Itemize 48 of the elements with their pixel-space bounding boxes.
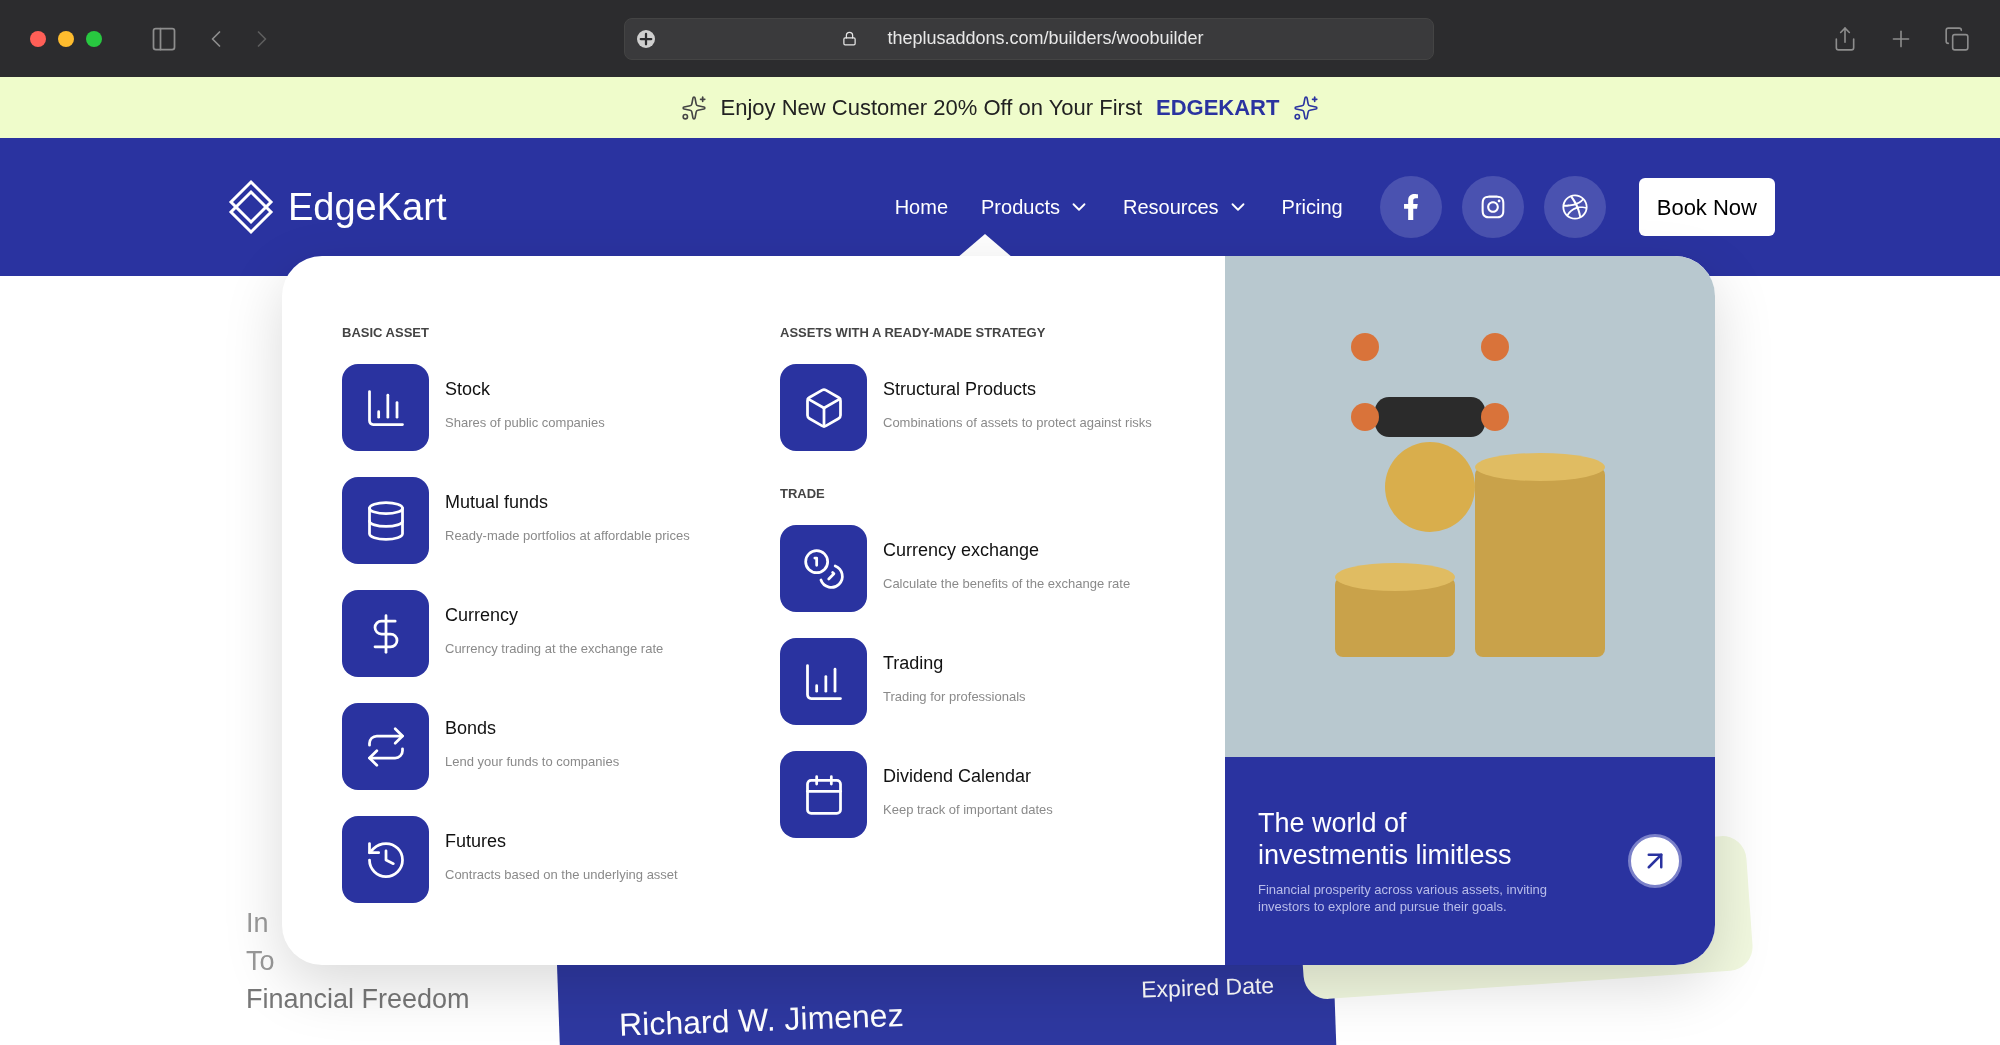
menu-item-description: Shares of public companies xyxy=(445,414,605,432)
nav-link[interactable]: Resources xyxy=(1122,192,1249,222)
logo-text: EdgeKart xyxy=(288,184,447,230)
menu-item-link[interactable]: Structural Products xyxy=(883,378,1152,400)
section-heading: BASIC ASSET xyxy=(342,326,430,340)
menu-item-description: Ready-made portfolios at affordable prices xyxy=(445,527,690,545)
menu-item-description: Keep track of important dates xyxy=(883,801,1053,819)
menu-item-link[interactable]: Currency xyxy=(445,604,664,626)
menu-item-link[interactable]: Futures xyxy=(445,830,678,852)
nav-link[interactable]: Home xyxy=(894,192,949,222)
add-icon[interactable] xyxy=(637,29,655,48)
menu-item-link[interactable]: Dividend Calendar xyxy=(883,765,1053,787)
tabs-overview-icon[interactable] xyxy=(1944,25,1970,52)
sparkle-icon xyxy=(1293,94,1320,121)
menu-item-description: Combinations of assets to protect against risks xyxy=(883,414,1152,432)
menu-item-link[interactable]: Trading xyxy=(883,652,1026,674)
menu-item-description: Currency trading at the exchange rate xyxy=(445,640,664,658)
lock-icon xyxy=(842,31,858,46)
menu-item-description: Contracts based on the underlying asset xyxy=(445,866,678,884)
url-text: theplusaddons.com/builders/woobuilder xyxy=(887,27,1204,50)
menu-item-description: Calculate the benefits of the exchange rate xyxy=(883,575,1131,593)
open-arrow-button[interactable] xyxy=(1628,834,1682,888)
address-bar[interactable]: theplusaddons.com/builders/woobuilder xyxy=(624,17,1434,60)
menu-item-link[interactable]: Bonds xyxy=(445,717,620,739)
nav-link[interactable]: Pricing xyxy=(1281,192,1343,222)
menu-item-link[interactable]: Stock xyxy=(445,378,605,400)
instagram-icon xyxy=(1479,194,1506,220)
brand-code: EDGEKART xyxy=(1156,94,1280,122)
banner-text: Enjoy New Customer 20% Off on Your First xyxy=(720,94,1142,122)
menu-item-description: Trading for professionals xyxy=(883,688,1026,706)
sparkle-icon xyxy=(680,94,707,121)
hero-text-line: Financial Freedom xyxy=(246,983,470,1016)
promo-description: Financial prosperity across various assets, inviting investors to explore and pursue their goals. xyxy=(1258,881,1548,915)
menu-item-description: Lend your funds to companies xyxy=(445,753,620,771)
card-label: Expired Date xyxy=(1140,971,1276,1005)
dribbble-icon xyxy=(1561,194,1588,220)
book-now-button[interactable]: Book Now xyxy=(1638,178,1775,236)
coins-icon xyxy=(801,546,846,591)
nav-link[interactable]: Products xyxy=(981,192,1090,222)
hero-text-line: In xyxy=(246,907,269,940)
section-heading: TRADE xyxy=(780,487,826,501)
menu-item-link[interactable]: Currency exchange xyxy=(883,539,1131,561)
menu-item-link[interactable]: Mutual funds xyxy=(445,491,690,513)
cardholder-name: Richard W. Jimenez xyxy=(618,995,905,1045)
hero-text-line: To xyxy=(246,945,275,978)
promo-title: The world of investmentis limitless xyxy=(1258,807,1513,871)
section-heading: ASSETS WITH A READY-MADE STRATEGY xyxy=(780,326,1047,340)
diamond-logo-icon xyxy=(228,179,274,235)
